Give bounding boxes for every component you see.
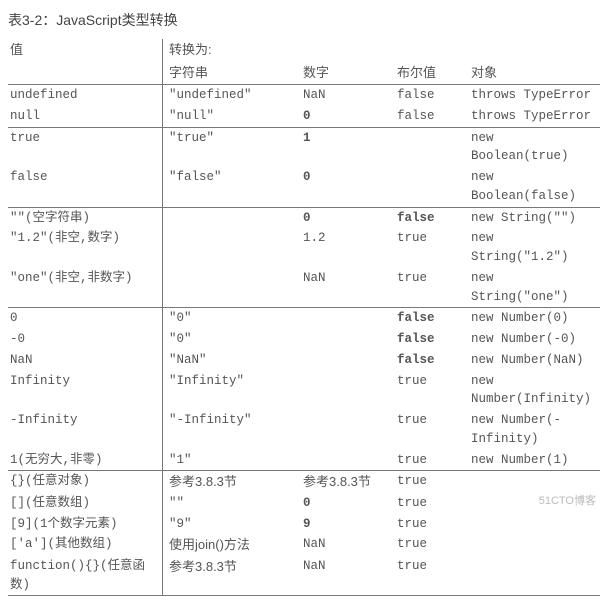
col-header-string: 字符串 xyxy=(163,62,302,85)
table-row: "1.2"(非空,数字)1.2truenew String("1.2") xyxy=(8,228,600,268)
table-caption: 表3-2：JavaScript类型转换 xyxy=(8,10,600,31)
header-row-1: 值 转换为: xyxy=(8,39,600,62)
table-row: [9](1个数字元素)"9"9true xyxy=(8,514,600,535)
watermark: 51CTO博客 xyxy=(539,493,596,510)
type-conversion-table: 值 转换为: 字符串 数字 布尔值 对象 undefined"undefined… xyxy=(8,39,600,596)
table-row: undefined"undefined"NaNfalsethrows TypeE… xyxy=(8,85,600,106)
table-row: false"false"0new Boolean(false) xyxy=(8,167,600,207)
col-header-object: 对象 xyxy=(469,62,600,85)
col-header-convert-to: 转换为: xyxy=(163,39,302,62)
table-row: [](任意数组)""0true xyxy=(8,493,600,514)
header-row-2: 字符串 数字 布尔值 对象 xyxy=(8,62,600,85)
table-row: 1(无穷大,非零)"1"truenew Number(1) xyxy=(8,450,600,471)
table-row: 0"0"falsenew Number(0) xyxy=(8,308,600,329)
table-row: ""(空字符串)0falsenew String("") xyxy=(8,207,600,228)
table-row: -Infinity"-Infinity"truenew Number(-Infi… xyxy=(8,410,600,450)
table-row: "one"(非空,非数字)NaNtruenew String("one") xyxy=(8,268,600,308)
table-row: Infinity"Infinity"truenew Number(Infinit… xyxy=(8,371,600,411)
col-header-value: 值 xyxy=(8,39,163,62)
table-row: {}(任意对象)参考3.8.3节参考3.8.3节true xyxy=(8,471,600,493)
table-row: ['a'](其他数组)使用join()方法NaNtrue xyxy=(8,534,600,556)
table-row: -0"0"falsenew Number(-0) xyxy=(8,329,600,350)
table-row: function(){}(任意函数)参考3.8.3节NaNtrue xyxy=(8,556,600,596)
table-row: NaN"NaN"falsenew Number(NaN) xyxy=(8,350,600,371)
col-header-bool: 布尔值 xyxy=(395,62,469,85)
table-row: null"null"0falsethrows TypeError xyxy=(8,106,600,127)
table-row: true"true"1new Boolean(true) xyxy=(8,127,600,167)
col-header-number: 数字 xyxy=(301,62,395,85)
